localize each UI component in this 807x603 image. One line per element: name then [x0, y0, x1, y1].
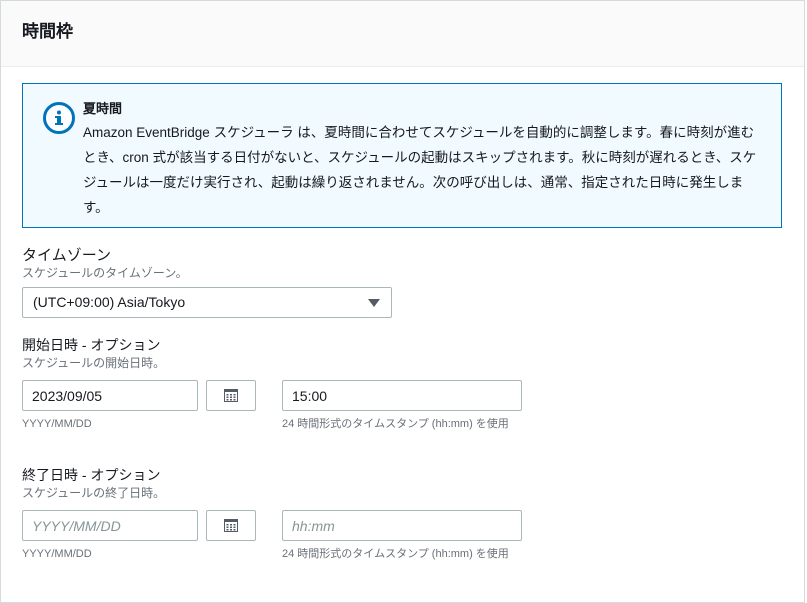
end-datetime-label: 終了日時 - オプション	[22, 467, 161, 483]
start-date-hint: YYYY/MM/DD	[22, 418, 92, 430]
end-date-hint: YYYY/MM/DD	[22, 548, 92, 560]
timezone-select[interactable]: (UTC+09:00) Asia/Tokyo	[22, 287, 392, 318]
caret-down-icon	[368, 299, 380, 307]
info-icon	[43, 102, 75, 134]
panel-header: 時間枠	[1, 1, 804, 67]
calendar-icon	[224, 389, 238, 402]
timezone-selected-value: (UTC+09:00) Asia/Tokyo	[33, 294, 186, 310]
calendar-icon	[224, 519, 238, 532]
start-calendar-button[interactable]	[206, 380, 256, 411]
end-time-hint: 24 時間形式のタイムスタンプ (hh:mm) を使用	[282, 548, 509, 560]
timezone-description: スケジュールのタイムゾーン。	[22, 266, 188, 280]
start-time-hint: 24 時間形式のタイムスタンプ (hh:mm) を使用	[282, 418, 509, 430]
panel-title: 時間枠	[22, 22, 73, 41]
end-time-input[interactable]	[282, 510, 522, 541]
info-body: Amazon EventBridge スケジューラ は、夏時間に合わせてスケジュ…	[83, 125, 757, 215]
end-calendar-button[interactable]	[206, 510, 256, 541]
start-datetime-description: スケジュールの開始日時。	[22, 356, 166, 370]
info-title: 夏時間	[83, 101, 123, 116]
dst-info-alert: 夏時間 Amazon EventBridge スケジューラ は、夏時間に合わせて…	[22, 83, 782, 228]
timezone-label: タイムゾーン	[22, 247, 111, 264]
end-date-input[interactable]	[22, 510, 198, 541]
start-datetime-label: 開始日時 - オプション	[22, 337, 161, 353]
end-datetime-description: スケジュールの終了日時。	[22, 486, 166, 500]
start-time-input[interactable]	[282, 380, 522, 411]
start-date-input[interactable]	[22, 380, 198, 411]
